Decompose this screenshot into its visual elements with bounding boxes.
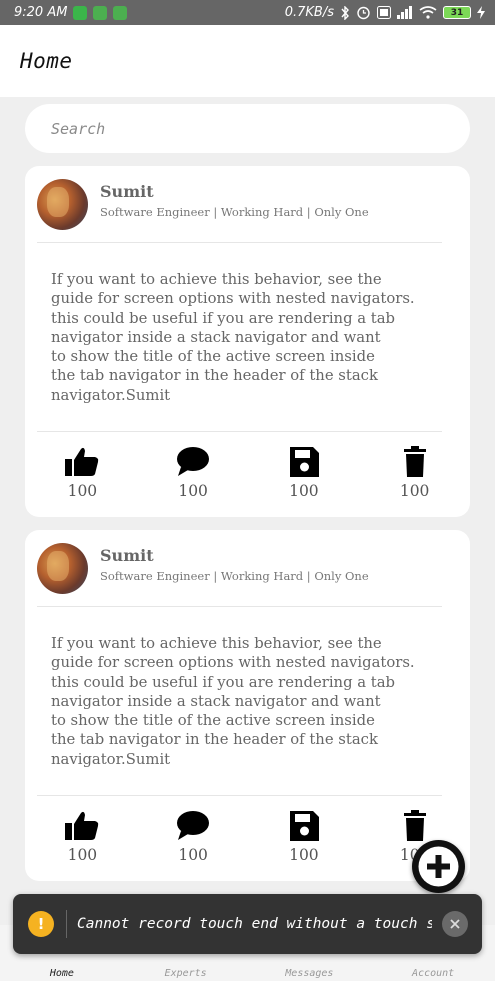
delete-button[interactable]: 100 (359, 446, 470, 500)
save-button[interactable]: 100 (249, 810, 360, 864)
delete-count: 100 (399, 482, 430, 500)
nav-label: Messages (285, 968, 334, 979)
plus-icon (418, 846, 459, 887)
notification-app-icon-2 (113, 5, 128, 20)
post-body: If you want to achieve this behavior, se… (51, 635, 415, 768)
save-icon (289, 447, 319, 477)
app-header: Home (0, 25, 495, 97)
warning-icon: ! (28, 911, 54, 937)
post-author-role: Software Engineer | Working Hard | Only … (100, 569, 369, 583)
divider (37, 242, 442, 243)
save-button[interactable]: 100 (249, 446, 360, 500)
trash-icon (403, 810, 426, 841)
warning-toast[interactable]: ! Cannot record touch end without a touc… (13, 894, 482, 954)
nav-label: Home (49, 968, 74, 979)
avatar[interactable] (37, 179, 88, 230)
battery-icon: 31 (443, 6, 471, 19)
post-actions: 100 100 100 100 (25, 446, 470, 500)
signal-icon (397, 6, 412, 19)
comment-icon (177, 811, 210, 840)
toast-divider (66, 910, 67, 938)
thumbs-up-icon (65, 447, 99, 476)
charging-icon (477, 6, 485, 19)
battery-level: 31 (450, 7, 464, 18)
divider (37, 431, 442, 432)
comment-button[interactable]: 100 (138, 810, 249, 864)
comment-icon (177, 447, 210, 476)
like-button[interactable]: 100 (27, 810, 138, 864)
search-bar[interactable] (25, 104, 470, 153)
net-speed: 0.7KB/s (284, 5, 334, 20)
post-card: Sumit Software Engineer | Working Hard |… (25, 166, 470, 517)
nav-label: Account (412, 968, 455, 979)
bluetooth-icon (341, 5, 349, 20)
post-author: Sumit (100, 182, 154, 201)
comment-count: 100 (178, 482, 208, 500)
comment-button[interactable]: 100 (138, 446, 249, 500)
phone-app-icon (73, 5, 88, 20)
search-input[interactable] (51, 119, 431, 138)
like-count: 100 (67, 846, 98, 864)
add-post-button[interactable] (412, 840, 465, 893)
status-time: 9:20 AM (14, 5, 68, 20)
thumbs-up-icon (65, 811, 99, 840)
toast-message: Cannot record touch end without a touch … (77, 916, 432, 932)
save-icon (289, 811, 319, 841)
avatar[interactable] (37, 543, 88, 594)
close-icon (450, 919, 460, 929)
trash-icon (403, 446, 426, 477)
toast-close-button[interactable] (442, 911, 468, 937)
save-count: 100 (289, 846, 319, 864)
divider (37, 795, 442, 796)
wifi-icon (419, 6, 437, 19)
like-button[interactable]: 100 (27, 446, 138, 500)
post-card: Sumit Software Engineer | Working Hard |… (25, 530, 470, 881)
post-actions: 100 100 100 100 (25, 810, 470, 864)
post-body: If you want to achieve this behavior, se… (51, 271, 415, 404)
divider (37, 606, 442, 607)
like-count: 100 (67, 482, 98, 500)
nav-label: Experts (164, 968, 207, 979)
comment-count: 100 (178, 846, 208, 864)
save-count: 100 (289, 482, 319, 500)
post-author-role: Software Engineer | Working Hard | Only … (100, 205, 369, 219)
post-author: Sumit (100, 546, 154, 565)
notification-app-icon (93, 5, 108, 20)
alarm-icon (357, 6, 370, 20)
page-title: Home (20, 49, 73, 73)
volte-icon (377, 6, 391, 19)
status-bar: 9:20 AM 0.7KB/s 31 (0, 0, 495, 25)
